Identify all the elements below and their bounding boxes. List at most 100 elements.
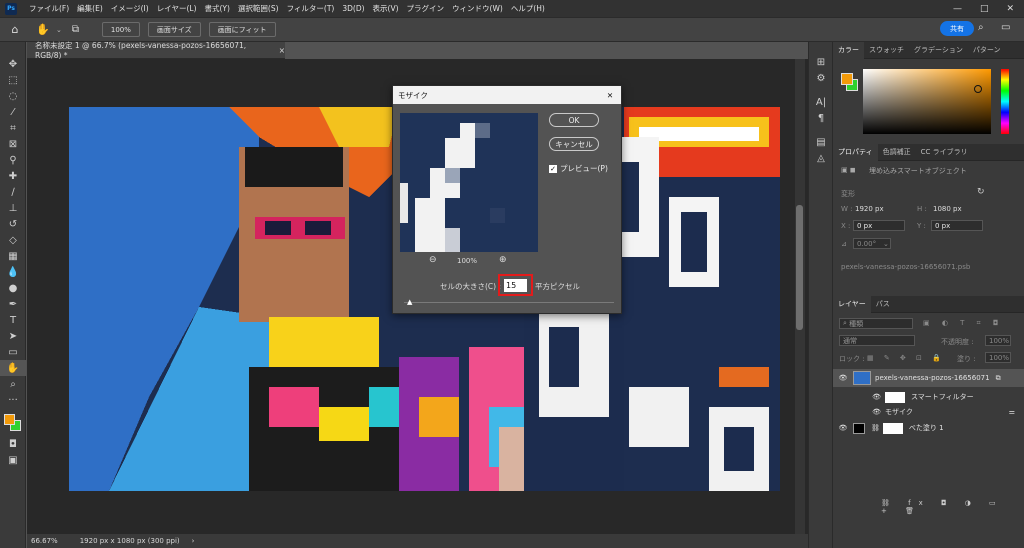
- preview-checkbox[interactable]: ✓ プレビュー(P): [549, 163, 608, 174]
- close-window-button[interactable]: ✕: [1006, 4, 1014, 14]
- tab-properties[interactable]: プロパティ: [833, 143, 878, 161]
- menu-edit[interactable]: 編集(E): [73, 3, 107, 14]
- w-value[interactable]: 1920 px: [855, 205, 884, 213]
- eye-icon[interactable]: 👁: [833, 408, 885, 416]
- menu-image[interactable]: イメージ(I): [107, 3, 153, 14]
- dialog-titlebar[interactable]: モザイク ✕: [393, 86, 621, 104]
- ok-button[interactable]: OK: [549, 113, 599, 127]
- dodge-tool-icon[interactable]: ●: [0, 280, 26, 296]
- scrollbar-thumb[interactable]: [796, 205, 803, 330]
- zoom-level[interactable]: 66.67%: [31, 537, 58, 545]
- hand-tool-icon[interactable]: ✋: [30, 23, 56, 36]
- lock-icons[interactable]: ▦ ✎ ✥ ⊡ 🔒: [867, 354, 945, 362]
- status-arrow-icon[interactable]: ›: [192, 537, 195, 545]
- menu-layer[interactable]: レイヤー(L): [153, 3, 201, 14]
- adjust-icon[interactable]: ⚙: [809, 70, 833, 86]
- frame-tool-icon[interactable]: ⊠: [0, 136, 26, 152]
- close-document-icon[interactable]: ×: [279, 46, 285, 55]
- search-icon[interactable]: ⌕: [978, 22, 984, 33]
- character-icon[interactable]: A|: [809, 94, 833, 110]
- type-tool-icon[interactable]: T: [0, 312, 26, 328]
- tab-swatches[interactable]: スウォッチ: [864, 42, 909, 59]
- opacity-field[interactable]: 100%: [985, 335, 1011, 346]
- brush-tool-icon[interactable]: ∕: [0, 184, 26, 200]
- screen-mode-icon[interactable]: ▣: [0, 452, 26, 468]
- move-tool-icon[interactable]: ✥: [0, 56, 26, 72]
- fill-screen-button[interactable]: 画面にフィット: [208, 22, 276, 37]
- tab-color[interactable]: カラー: [833, 41, 864, 59]
- lasso-tool-icon[interactable]: ◌: [0, 88, 26, 104]
- tab-adjustments[interactable]: 色調補正: [878, 144, 916, 161]
- layer-actions[interactable]: ⛓ fx ◘ ◑ ▭ + 🗑: [881, 499, 1024, 515]
- home-icon[interactable]: ⌂: [0, 23, 30, 36]
- path-select-icon[interactable]: ➤: [0, 328, 26, 344]
- menu-view[interactable]: 表示(V): [369, 3, 403, 14]
- eye-icon[interactable]: 👁: [833, 424, 853, 432]
- blend-mode-select[interactable]: 通常: [839, 335, 915, 346]
- menu-plugins[interactable]: プラグイン: [403, 3, 449, 14]
- tab-gradients[interactable]: グラデーション: [909, 42, 968, 59]
- foreground-color-swatch[interactable]: [4, 414, 15, 425]
- layer-filter-icons[interactable]: ▣ ◐ T ⌗ ◘: [923, 319, 1003, 328]
- filter-preview[interactable]: [400, 113, 538, 252]
- gradient-tool-icon[interactable]: ▦: [0, 248, 26, 264]
- quick-select-tool-icon[interactable]: ⁄: [0, 104, 26, 120]
- quick-mask-icon[interactable]: ◘: [0, 436, 26, 452]
- menu-filter[interactable]: フィルター(T): [283, 3, 339, 14]
- crop-tool-icon[interactable]: ⌗: [0, 120, 26, 136]
- marquee-tool-icon[interactable]: ⬚: [0, 72, 26, 88]
- cancel-button[interactable]: キャンセル: [549, 137, 599, 151]
- color-field[interactable]: [863, 69, 991, 134]
- eye-icon[interactable]: 👁: [833, 393, 885, 401]
- minimize-button[interactable]: —: [953, 4, 962, 14]
- menu-file[interactable]: ファイル(F): [25, 3, 73, 14]
- reset-icon[interactable]: ↻: [977, 187, 985, 197]
- tab-patterns[interactable]: パターン: [968, 42, 1006, 59]
- rectangle-tool-icon[interactable]: ▭: [0, 344, 26, 360]
- dialog-close-icon[interactable]: ✕: [599, 91, 621, 100]
- hue-slider[interactable]: [1001, 69, 1009, 134]
- filter-options-icon[interactable]: ⚌: [1009, 408, 1015, 416]
- checkbox-checked-icon[interactable]: ✓: [549, 164, 557, 173]
- y-field[interactable]: 0 px: [931, 220, 983, 231]
- cell-size-slider[interactable]: [404, 302, 614, 303]
- history-icon[interactable]: ⊞: [809, 54, 833, 70]
- healing-brush-icon[interactable]: ✚: [0, 168, 26, 184]
- zoom-in-icon[interactable]: ⊕: [499, 255, 507, 265]
- fit-screen-button[interactable]: 画面サイズ: [147, 22, 201, 37]
- document-tab[interactable]: 名称未設定 1 @ 66.7% (pexels-vanessa-pozos-16…: [27, 41, 285, 60]
- menu-select[interactable]: 選択範囲(S): [234, 3, 283, 14]
- eye-icon[interactable]: 👁: [833, 374, 853, 382]
- h-value[interactable]: 1080 px: [933, 205, 962, 213]
- workspace-icon[interactable]: ▭: [1001, 22, 1010, 33]
- pen-tool-icon[interactable]: ✒: [0, 296, 26, 312]
- slider-thumb[interactable]: ▲: [407, 298, 412, 306]
- menu-3d[interactable]: 3D(D): [338, 4, 368, 13]
- color-picker-ring[interactable]: [974, 85, 982, 93]
- x-field[interactable]: 0 px: [853, 220, 905, 231]
- tab-cc-libraries[interactable]: CC ライブラリ: [916, 144, 973, 161]
- chevron-down-icon[interactable]: ⌄: [883, 240, 889, 248]
- layer-row[interactable]: 👁 ⛓ べた塗り 1: [833, 419, 1024, 437]
- maximize-button[interactable]: □: [980, 4, 989, 14]
- scroll-all-windows-icon[interactable]: ⧉: [72, 24, 94, 35]
- menu-window[interactable]: ウィンドウ(W): [448, 3, 507, 14]
- brush-settings-icon[interactable]: ▤: [809, 134, 833, 150]
- zoom-out-icon[interactable]: ⊖: [429, 255, 437, 265]
- zoom-100-button[interactable]: 100%: [101, 22, 140, 37]
- layer-filter-select[interactable]: ⌕ 種類: [839, 318, 913, 329]
- menu-help[interactable]: ヘルプ(H): [507, 3, 549, 14]
- more-tools-icon[interactable]: ···: [0, 392, 26, 408]
- share-button[interactable]: 共有: [940, 21, 974, 36]
- blur-tool-icon[interactable]: 💧: [0, 264, 26, 280]
- clone-stamp-icon[interactable]: ⊥: [0, 200, 26, 216]
- layer-row[interactable]: 👁 pexels-vanessa-pozos-16656071 ⧉: [833, 369, 1024, 387]
- chevron-down-icon[interactable]: ⌄: [56, 26, 62, 34]
- zoom-tool-icon[interactable]: ⌕: [0, 376, 26, 392]
- paragraph-icon[interactable]: ¶: [809, 110, 833, 126]
- fill-field[interactable]: 100%: [985, 352, 1011, 363]
- history-brush-icon[interactable]: ↺: [0, 216, 26, 232]
- tab-layers[interactable]: レイヤー: [833, 295, 871, 313]
- eraser-tool-icon[interactable]: ◇: [0, 232, 26, 248]
- tab-paths[interactable]: パス: [871, 296, 895, 313]
